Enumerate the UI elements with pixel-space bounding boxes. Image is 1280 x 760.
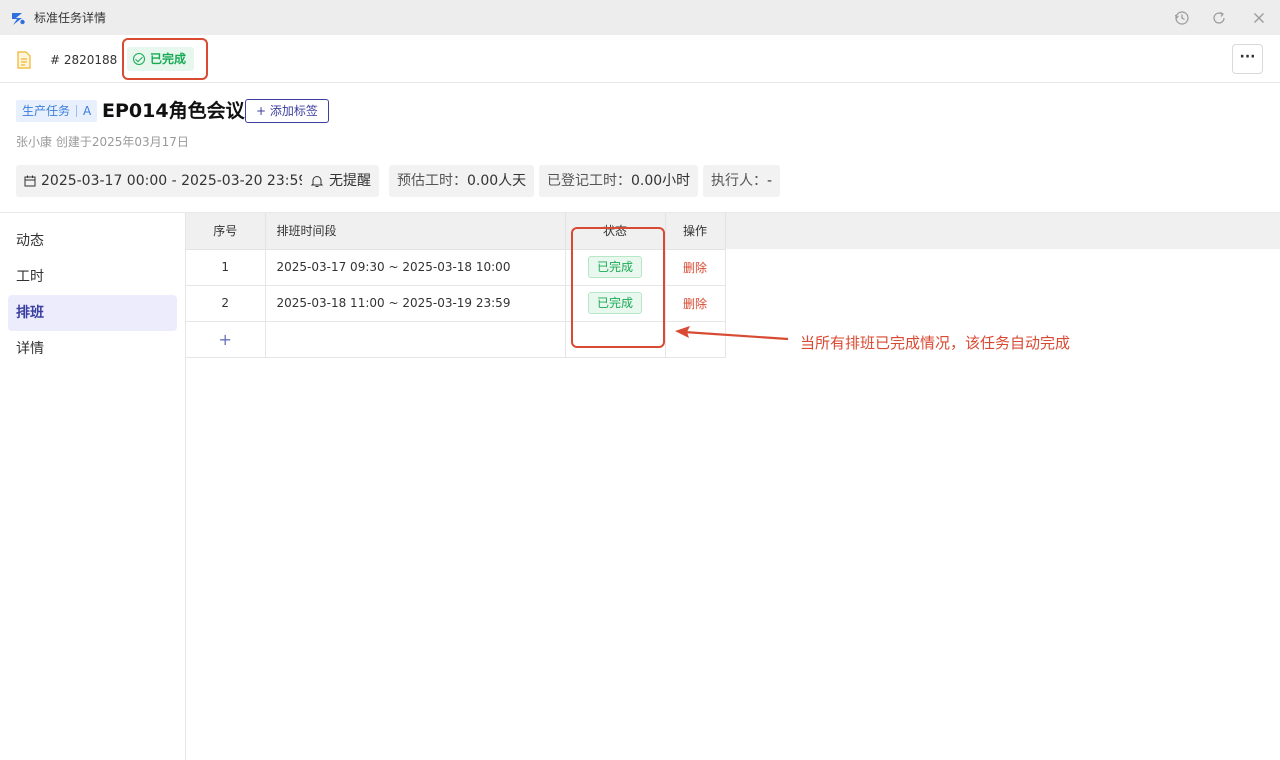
task-status-badge[interactable]: 已完成 [127, 47, 195, 71]
logged-hours-chip[interactable]: 已登记工时： 0.00小时 [539, 165, 699, 197]
column-header-index: 序号 [186, 213, 266, 250]
delete-link[interactable]: 删除 [683, 297, 707, 311]
bell-icon [310, 176, 324, 187]
add-schedule-button[interactable]: + [219, 330, 232, 349]
logged-hours-label: 已登记工时： [547, 173, 631, 189]
sidebar-item-hours[interactable]: 工时 [8, 259, 177, 295]
task-id: # 2820188 [42, 48, 126, 72]
row-status-cell: 已完成 [565, 249, 666, 286]
table-row: 1 2025-03-17 09:30 ~ 2025-03-18 10:00 已完… [186, 249, 726, 286]
task-title: EP014角色会议 [102, 100, 245, 122]
app-logo-icon [12, 13, 25, 25]
date-range-text: 2025-03-17 00:00 - 2025-03-20 23:59 [41, 173, 308, 189]
add-row-cell: + [186, 321, 266, 358]
row-period: 2025-03-18 11:00 ~ 2025-03-19 23:59 [265, 285, 566, 322]
assignee-chip[interactable]: 执行人： - [703, 165, 781, 197]
date-range-chip[interactable]: 2025-03-17 00:00 - 2025-03-20 23:59 [16, 165, 316, 197]
task-status-label: 已完成 [150, 52, 187, 66]
row-action-cell: 删除 [665, 285, 726, 322]
row-status-badge: 已完成 [587, 256, 642, 278]
assignee-label: 执行人： [711, 173, 767, 189]
check-circle-icon [133, 53, 145, 65]
empty-cell [565, 321, 666, 358]
reminder-chip[interactable]: 无提醒 [302, 165, 379, 197]
task-level-label: A [83, 104, 92, 118]
close-icon[interactable] [1250, 9, 1268, 27]
tag-separator [76, 105, 78, 117]
detail-sidebar: 动态 工时 排班 详情 [0, 213, 185, 760]
history-icon[interactable] [1173, 9, 1191, 27]
empty-cell [665, 321, 726, 358]
window-titlebar: 标准任务详情 [0, 0, 1280, 35]
estimate-value: 0.00人天 [467, 173, 527, 189]
add-row: + [186, 321, 726, 358]
estimate-chip[interactable]: 预估工时： 0.00人天 [389, 165, 535, 197]
assignee-value: - [767, 173, 773, 189]
column-header-action: 操作 [665, 213, 726, 250]
empty-cell [265, 321, 566, 358]
row-index: 1 [186, 249, 266, 286]
sidebar-item-activity[interactable]: 动态 [8, 223, 177, 259]
estimate-label: 预估工时： [397, 173, 467, 189]
sidebar-item-details[interactable]: 详情 [8, 331, 177, 367]
refresh-icon[interactable] [1210, 9, 1228, 27]
task-header-bar: # 2820188 已完成 ··· [0, 35, 1280, 83]
row-index: 2 [186, 285, 266, 322]
table-header-row: 序号 排班时间段 状态 操作 [186, 213, 726, 250]
annotation-text: 当所有排班已完成情况，该任务自动完成 [800, 334, 1071, 352]
logged-hours-value: 0.00小时 [631, 173, 691, 189]
task-type-tag[interactable]: 生产任务 A [16, 100, 98, 122]
schedule-panel: 序号 排班时间段 状态 操作 1 2025-03-17 09:30 ~ 2025… [185, 213, 1280, 760]
reminder-text: 无提醒 [329, 173, 371, 189]
row-status-badge: 已完成 [587, 292, 642, 314]
document-icon [17, 51, 31, 69]
add-tag-button[interactable]: + 添加标签 [245, 99, 329, 123]
sidebar-item-schedule[interactable]: 排班 [8, 295, 177, 331]
row-period: 2025-03-17 09:30 ~ 2025-03-18 10:00 [265, 249, 566, 286]
row-status-cell: 已完成 [565, 285, 666, 322]
more-options-button[interactable]: ··· [1232, 44, 1263, 74]
column-header-period: 排班时间段 [265, 213, 566, 250]
table-row: 2 2025-03-18 11:00 ~ 2025-03-19 23:59 已完… [186, 285, 726, 322]
calendar-icon [24, 175, 36, 187]
column-header-status: 状态 [565, 213, 666, 250]
schedule-table: 序号 排班时间段 状态 操作 1 2025-03-17 09:30 ~ 2025… [186, 213, 726, 358]
row-action-cell: 删除 [665, 249, 726, 286]
window-title: 标准任务详情 [34, 11, 107, 25]
task-type-label: 生产任务 [22, 104, 71, 118]
creator-info: 张小康 创建于2025年03月17日 [16, 135, 189, 149]
delete-link[interactable]: 删除 [683, 261, 707, 275]
